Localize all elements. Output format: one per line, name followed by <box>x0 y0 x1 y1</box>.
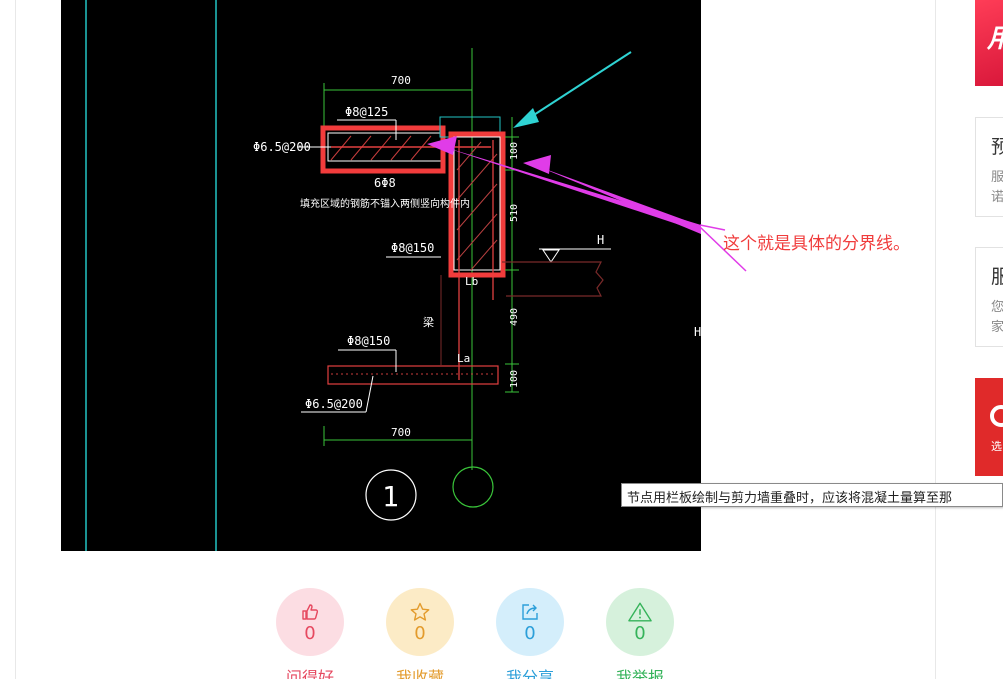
rebar-mid-label: Φ8@150 <box>391 241 434 255</box>
content-border-right <box>935 0 936 679</box>
page: 700 100 510 490 100 H H 700 Φ8@125 Φ6.5@… <box>0 0 1003 679</box>
rebar-6phi8-label: 6Φ8 <box>374 176 396 190</box>
star-icon <box>408 601 432 623</box>
content-border-left <box>15 0 16 679</box>
sidebar-card-desc: 服 <box>991 170 1003 185</box>
sidebar-card-1[interactable]: 预 服 诺 <box>975 117 1003 217</box>
rebar-top-label: Φ8@125 <box>345 105 388 119</box>
favorite-button[interactable]: 0 <box>386 588 454 656</box>
sidebar-ad-banner-bottom[interactable]: 选 <box>975 378 1003 476</box>
slab-hatch <box>330 135 432 161</box>
share-button[interactable]: 0 <box>496 588 564 656</box>
dim-bottom-label: 700 <box>391 426 411 439</box>
warning-icon <box>628 601 652 623</box>
report-label[interactable]: 我举报 <box>595 664 685 679</box>
report-count: 0 <box>634 622 646 644</box>
dim-100-bottom-label: 100 <box>509 370 520 388</box>
detail-number: 1 <box>382 480 399 513</box>
report-button[interactable]: 0 <box>606 588 674 656</box>
rebar-note: 填充区域的钢筋不锚入两侧竖向构件内 <box>300 197 470 210</box>
anchor-la-label: La <box>457 352 470 365</box>
annotation-text: 这个就是具体的分界线。 <box>723 234 910 254</box>
image-tooltip: 节点用栏板绘制与剪力墙重叠时，应该将混凝土量算至那 <box>621 483 1003 507</box>
arrow-magenta-2 <box>537 166 701 234</box>
thumbs-up-icon <box>298 601 322 623</box>
sidebar-ad-bottom-text: 选 <box>991 440 1002 453</box>
beam-profile <box>502 261 604 297</box>
level-label: H <box>597 233 604 247</box>
like-button[interactable]: 0 <box>276 588 344 656</box>
cad-drawing-image: 700 100 510 490 100 H H 700 Φ8@125 Φ6.5@… <box>61 0 701 551</box>
sidebar-card-title: 服 <box>991 262 1003 289</box>
highlight-box-slab <box>320 125 446 174</box>
sidebar-card-desc: 诺 <box>991 190 1003 205</box>
cad-drawing-svg: 700 100 510 490 100 H H 700 Φ8@125 Φ6.5@… <box>85 0 701 551</box>
like-label[interactable]: 问得好 <box>265 664 355 679</box>
anchor-lb-label: Lb <box>465 275 478 288</box>
rebar-left-top-label: Φ6.5@200 <box>253 140 311 154</box>
arrow-magenta-1 <box>441 146 701 232</box>
arrow-cyan <box>522 51 632 123</box>
brand-logo-icon <box>990 405 1003 427</box>
share-icon <box>518 601 542 623</box>
sidebar-ad-banner[interactable]: 用 <box>975 0 1003 86</box>
sidebar-card-2[interactable]: 服 您 家 <box>975 247 1003 347</box>
favorite-count: 0 <box>414 622 426 644</box>
rebar-lower-label: Φ8@150 <box>347 334 390 348</box>
sidebar-card-desc: 家 <box>991 320 1003 335</box>
sidebar-card-desc: 您 <box>991 300 1003 315</box>
dim-100-top-label: 100 <box>509 142 520 160</box>
share-count: 0 <box>524 622 536 644</box>
dim-490-label: 490 <box>509 308 520 326</box>
share-label[interactable]: 我分享 <box>485 664 575 679</box>
beam-label: 梁 <box>423 315 434 329</box>
sidebar-ad-text: 用 <box>987 18 1003 55</box>
dim-top-label: 700 <box>391 74 411 87</box>
like-count: 0 <box>304 622 316 644</box>
dim-510-label: 510 <box>509 204 520 222</box>
rebar-left-bottom-label: Φ6.5@200 <box>305 397 363 411</box>
favorite-label[interactable]: 我收藏 <box>375 664 465 679</box>
level-label-2: H <box>694 325 701 339</box>
level-marker <box>542 249 560 263</box>
sidebar-card-title: 预 <box>991 132 1003 159</box>
axis-bubble <box>452 466 494 508</box>
